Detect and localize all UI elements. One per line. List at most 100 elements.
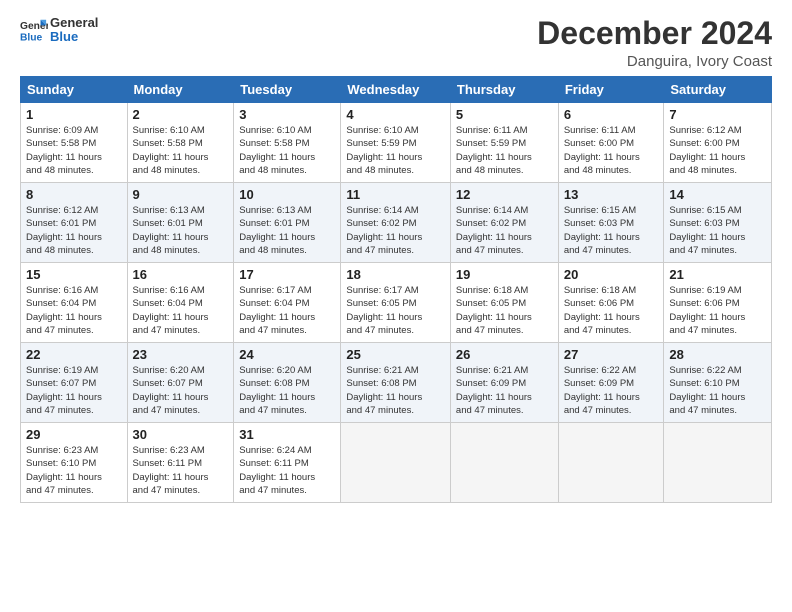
day-number: 20	[564, 267, 659, 282]
day-number: 19	[456, 267, 553, 282]
day-info: Sunrise: 6:17 AM Sunset: 6:04 PM Dayligh…	[239, 284, 335, 337]
calendar-cell: 17 Sunrise: 6:17 AM Sunset: 6:04 PM Dayli…	[234, 263, 341, 343]
day-info: Sunrise: 6:17 AM Sunset: 6:05 PM Dayligh…	[346, 284, 445, 337]
location-title: Danguira, Ivory Coast	[537, 53, 772, 70]
calendar-header-friday: Friday	[558, 77, 664, 103]
calendar-cell: 21Sunrise: 6:19 AM Sunset: 6:06 PM Dayli…	[664, 263, 772, 343]
calendar-cell: 16 Sunrise: 6:16 AM Sunset: 6:04 PM Dayli…	[127, 263, 234, 343]
calendar-header-tuesday: Tuesday	[234, 77, 341, 103]
logo: General Blue General Blue	[20, 16, 98, 45]
header: General Blue General Blue December 2024 …	[20, 16, 772, 70]
day-info: Sunrise: 6:10 AM Sunset: 5:58 PM Dayligh…	[239, 124, 335, 177]
calendar-header-sunday: Sunday	[21, 77, 128, 103]
day-info: Sunrise: 6:20 AM Sunset: 6:07 PM Dayligh…	[133, 364, 229, 417]
calendar-header-saturday: Saturday	[664, 77, 772, 103]
calendar-cell: 25Sunrise: 6:21 AM Sunset: 6:08 PM Dayli…	[341, 343, 451, 423]
day-number: 9	[133, 187, 229, 202]
day-number: 5	[456, 107, 553, 122]
day-info: Sunrise: 6:13 AM Sunset: 6:01 PM Dayligh…	[239, 204, 335, 257]
day-number: 16	[133, 267, 229, 282]
day-number: 26	[456, 347, 553, 362]
day-number: 24	[239, 347, 335, 362]
calendar-cell: 4Sunrise: 6:10 AM Sunset: 5:59 PM Daylig…	[341, 103, 451, 183]
calendar-cell: 22 Sunrise: 6:19 AM Sunset: 6:07 PM Dayli…	[21, 343, 128, 423]
calendar-header-wednesday: Wednesday	[341, 77, 451, 103]
day-info: Sunrise: 6:23 AM Sunset: 6:11 PM Dayligh…	[133, 444, 229, 497]
calendar-cell: 18 Sunrise: 6:17 AM Sunset: 6:05 PM Dayli…	[341, 263, 451, 343]
calendar-cell: 24Sunrise: 6:20 AM Sunset: 6:08 PM Dayli…	[234, 343, 341, 423]
calendar: SundayMondayTuesdayWednesdayThursdayFrid…	[20, 76, 772, 503]
day-number: 1	[26, 107, 122, 122]
day-info: Sunrise: 6:12 AM Sunset: 6:01 PM Dayligh…	[26, 204, 122, 257]
calendar-cell: 8 Sunrise: 6:12 AM Sunset: 6:01 PM Daylig…	[21, 183, 128, 263]
calendar-cell: 3 Sunrise: 6:10 AM Sunset: 5:58 PM Daylig…	[234, 103, 341, 183]
day-number: 15	[26, 267, 122, 282]
day-number: 22	[26, 347, 122, 362]
calendar-cell: 23 Sunrise: 6:20 AM Sunset: 6:07 PM Dayli…	[127, 343, 234, 423]
day-number: 28	[669, 347, 766, 362]
calendar-header-thursday: Thursday	[450, 77, 558, 103]
day-info: Sunrise: 6:16 AM Sunset: 6:04 PM Dayligh…	[26, 284, 122, 337]
calendar-cell: 7 Sunrise: 6:12 AM Sunset: 6:00 PM Daylig…	[664, 103, 772, 183]
day-info: Sunrise: 6:12 AM Sunset: 6:00 PM Dayligh…	[669, 124, 766, 177]
calendar-cell: 28Sunrise: 6:22 AM Sunset: 6:10 PM Dayli…	[664, 343, 772, 423]
calendar-cell	[558, 423, 664, 503]
day-info: Sunrise: 6:16 AM Sunset: 6:04 PM Dayligh…	[133, 284, 229, 337]
day-info: Sunrise: 6:24 AM Sunset: 6:11 PM Dayligh…	[239, 444, 335, 497]
calendar-cell	[450, 423, 558, 503]
calendar-cell: 5 Sunrise: 6:11 AM Sunset: 5:59 PM Daylig…	[450, 103, 558, 183]
day-info: Sunrise: 6:10 AM Sunset: 5:58 PM Dayligh…	[133, 124, 229, 177]
day-number: 21	[669, 267, 766, 282]
day-number: 18	[346, 267, 445, 282]
day-number: 30	[133, 427, 229, 442]
calendar-cell: 15 Sunrise: 6:16 AM Sunset: 6:04 PM Dayli…	[21, 263, 128, 343]
day-info: Sunrise: 6:18 AM Sunset: 6:05 PM Dayligh…	[456, 284, 553, 337]
day-number: 29	[26, 427, 122, 442]
day-info: Sunrise: 6:09 AM Sunset: 5:58 PM Dayligh…	[26, 124, 122, 177]
calendar-week-3: 15 Sunrise: 6:16 AM Sunset: 6:04 PM Dayli…	[21, 263, 772, 343]
day-info: Sunrise: 6:23 AM Sunset: 6:10 PM Dayligh…	[26, 444, 122, 497]
calendar-cell: 31 Sunrise: 6:24 AM Sunset: 6:11 PM Dayli…	[234, 423, 341, 503]
day-info: Sunrise: 6:19 AM Sunset: 6:07 PM Dayligh…	[26, 364, 122, 417]
calendar-cell: 29 Sunrise: 6:23 AM Sunset: 6:10 PM Dayli…	[21, 423, 128, 503]
day-number: 31	[239, 427, 335, 442]
calendar-cell: 6 Sunrise: 6:11 AM Sunset: 6:00 PM Daylig…	[558, 103, 664, 183]
day-number: 12	[456, 187, 553, 202]
calendar-cell: 19 Sunrise: 6:18 AM Sunset: 6:05 PM Dayli…	[450, 263, 558, 343]
calendar-header-row: SundayMondayTuesdayWednesdayThursdayFrid…	[21, 77, 772, 103]
calendar-cell: 11Sunrise: 6:14 AM Sunset: 6:02 PM Dayli…	[341, 183, 451, 263]
day-info: Sunrise: 6:11 AM Sunset: 6:00 PM Dayligh…	[564, 124, 659, 177]
calendar-cell	[664, 423, 772, 503]
day-info: Sunrise: 6:15 AM Sunset: 6:03 PM Dayligh…	[564, 204, 659, 257]
day-info: Sunrise: 6:21 AM Sunset: 6:09 PM Dayligh…	[456, 364, 553, 417]
title-block: December 2024 Danguira, Ivory Coast	[537, 16, 772, 70]
logo-icon: General Blue	[20, 16, 48, 44]
calendar-header-monday: Monday	[127, 77, 234, 103]
day-info: Sunrise: 6:18 AM Sunset: 6:06 PM Dayligh…	[564, 284, 659, 337]
day-number: 17	[239, 267, 335, 282]
day-number: 3	[239, 107, 335, 122]
calendar-cell: 14Sunrise: 6:15 AM Sunset: 6:03 PM Dayli…	[664, 183, 772, 263]
calendar-cell	[341, 423, 451, 503]
day-number: 25	[346, 347, 445, 362]
day-number: 7	[669, 107, 766, 122]
day-number: 6	[564, 107, 659, 122]
calendar-cell: 27Sunrise: 6:22 AM Sunset: 6:09 PM Dayli…	[558, 343, 664, 423]
month-title: December 2024	[537, 16, 772, 51]
day-info: Sunrise: 6:13 AM Sunset: 6:01 PM Dayligh…	[133, 204, 229, 257]
calendar-week-1: 1 Sunrise: 6:09 AM Sunset: 5:58 PM Daylig…	[21, 103, 772, 183]
day-number: 2	[133, 107, 229, 122]
day-info: Sunrise: 6:11 AM Sunset: 5:59 PM Dayligh…	[456, 124, 553, 177]
day-number: 8	[26, 187, 122, 202]
calendar-cell: 10 Sunrise: 6:13 AM Sunset: 6:01 PM Dayli…	[234, 183, 341, 263]
day-number: 23	[133, 347, 229, 362]
calendar-week-5: 29 Sunrise: 6:23 AM Sunset: 6:10 PM Dayli…	[21, 423, 772, 503]
calendar-week-2: 8 Sunrise: 6:12 AM Sunset: 6:01 PM Daylig…	[21, 183, 772, 263]
calendar-cell: 1 Sunrise: 6:09 AM Sunset: 5:58 PM Daylig…	[21, 103, 128, 183]
day-number: 10	[239, 187, 335, 202]
day-info: Sunrise: 6:14 AM Sunset: 6:02 PM Dayligh…	[346, 204, 445, 257]
day-number: 27	[564, 347, 659, 362]
calendar-week-4: 22 Sunrise: 6:19 AM Sunset: 6:07 PM Dayli…	[21, 343, 772, 423]
calendar-cell: 30 Sunrise: 6:23 AM Sunset: 6:11 PM Dayli…	[127, 423, 234, 503]
calendar-cell: 26 Sunrise: 6:21 AM Sunset: 6:09 PM Dayli…	[450, 343, 558, 423]
